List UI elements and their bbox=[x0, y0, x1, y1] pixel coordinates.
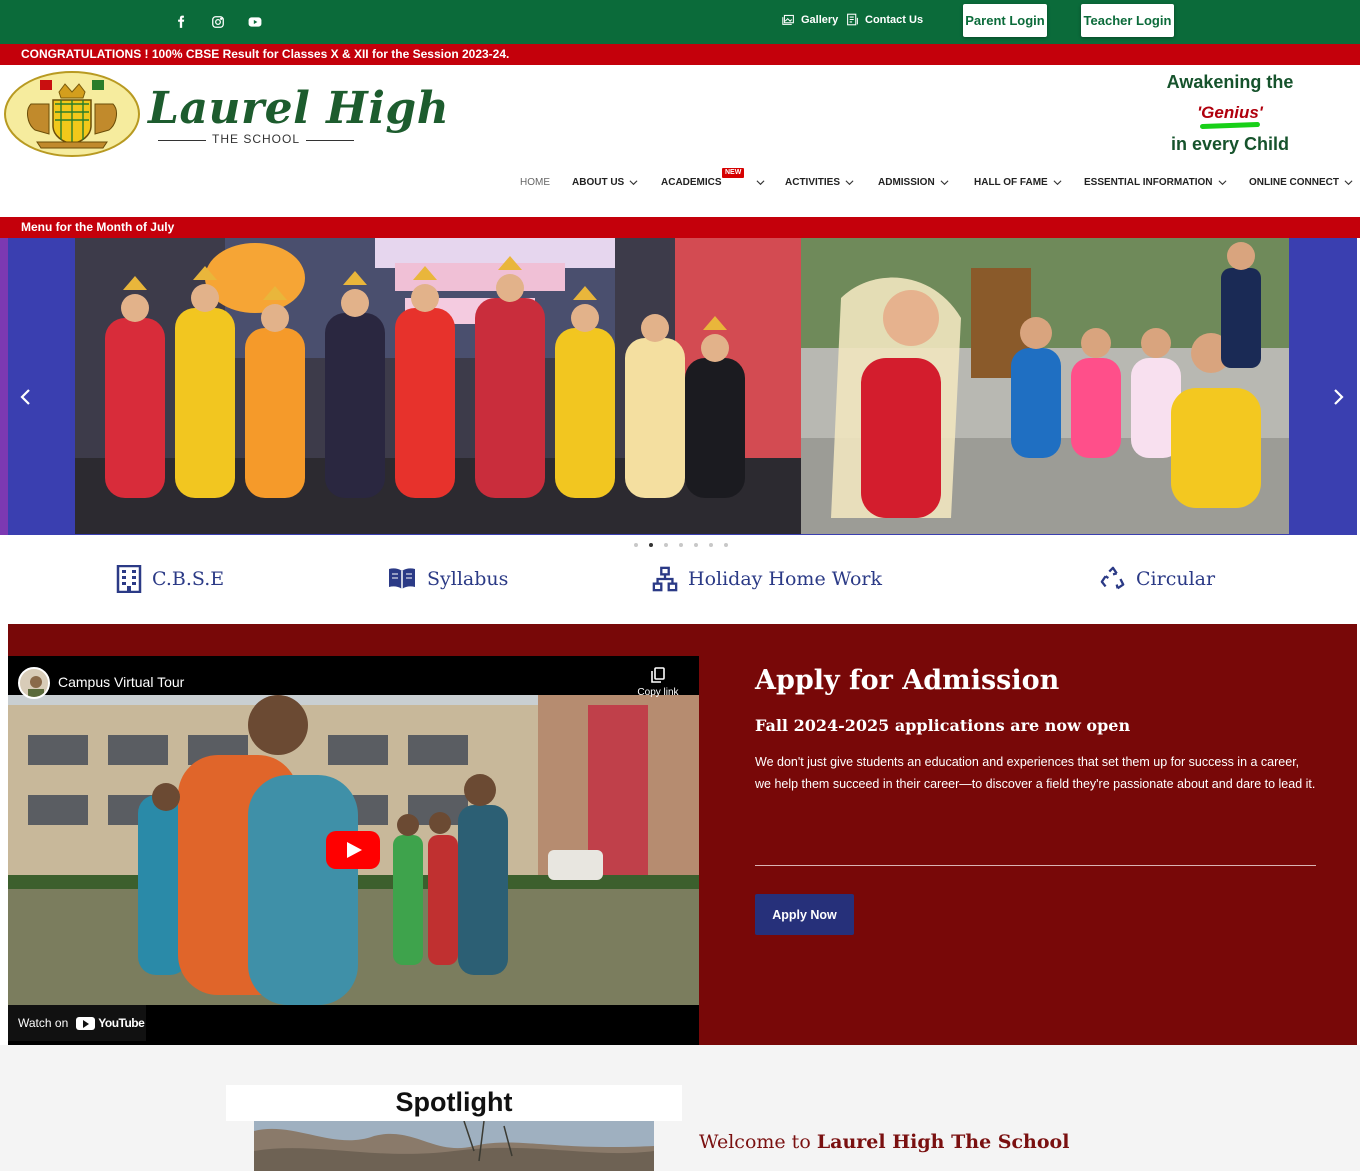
slider-dot[interactable] bbox=[709, 543, 713, 547]
chevron-down-icon bbox=[629, 180, 638, 186]
youtube-icon[interactable] bbox=[244, 12, 266, 32]
nav-essential-information[interactable]: ESSENTIAL INFORMATION bbox=[1084, 177, 1227, 188]
welcome-heading: Welcome to Laurel High The School bbox=[699, 1131, 1069, 1153]
instagram-icon[interactable] bbox=[207, 12, 229, 32]
channel-avatar[interactable] bbox=[18, 667, 50, 699]
nav-home[interactable]: HOME bbox=[520, 177, 550, 188]
video-embed[interactable]: Campus Virtual Tour Copy link Watch on Y… bbox=[8, 656, 699, 1045]
youtube-label: YouTube bbox=[98, 1016, 145, 1030]
nav-online-connect[interactable]: ONLINE CONNECT bbox=[1249, 177, 1353, 188]
quick-link-holiday-label: Holiday Home Work bbox=[688, 568, 883, 590]
chevron-down-icon bbox=[1218, 180, 1227, 186]
dussehra-performance-image bbox=[75, 238, 801, 534]
contact-link[interactable]: Contact Us bbox=[846, 13, 923, 26]
nav-hall-of-fame[interactable]: HALL OF FAME bbox=[974, 177, 1062, 188]
spotlight-title: Spotlight bbox=[395, 1087, 513, 1117]
quick-link-circular[interactable]: Circular bbox=[1100, 565, 1215, 593]
copy-icon bbox=[651, 667, 665, 683]
slider-prev-arrow-icon[interactable] bbox=[16, 386, 36, 408]
divider bbox=[755, 865, 1316, 866]
quick-link-cbse-label: C.B.S.E bbox=[152, 568, 225, 590]
book-icon bbox=[389, 568, 415, 589]
admission-title: Apply for Admission bbox=[755, 665, 1060, 696]
nav-about-label: ABOUT US bbox=[572, 177, 625, 188]
sitemap-icon bbox=[652, 566, 678, 592]
chevron-down-icon bbox=[1053, 180, 1062, 186]
gallery-icon bbox=[782, 14, 794, 25]
slide-image bbox=[75, 238, 1289, 534]
quick-link-circular-label: Circular bbox=[1136, 568, 1216, 590]
contact-label: Contact Us bbox=[865, 13, 924, 26]
nav-admission[interactable]: ADMISSION bbox=[878, 177, 949, 188]
nav-activities[interactable]: ACTIVITIES bbox=[785, 177, 854, 188]
chevron-down-icon bbox=[1344, 180, 1353, 186]
nav-hall-of-fame-label: HALL OF FAME bbox=[974, 177, 1048, 188]
building-icon bbox=[116, 565, 142, 593]
nav-online-connect-label: ONLINE CONNECT bbox=[1249, 177, 1339, 188]
parent-login-button[interactable]: Parent Login bbox=[963, 4, 1047, 37]
nav-academics[interactable]: ACADEMICS NEW bbox=[661, 168, 765, 188]
slider-dot[interactable] bbox=[664, 543, 668, 547]
nav-home-label: HOME bbox=[520, 177, 550, 188]
nav-academics-label: ACADEMICS bbox=[661, 177, 722, 188]
quick-link-cbse[interactable]: C.B.S.E bbox=[116, 565, 224, 593]
copy-link-label: Copy link bbox=[637, 687, 679, 698]
recycle-icon bbox=[1100, 566, 1125, 590]
tagline-line-2: 'Genius' bbox=[1150, 103, 1310, 134]
copy-link-button[interactable]: Copy link bbox=[636, 666, 680, 698]
chevron-down-icon bbox=[756, 180, 765, 186]
admission-subtitle: Fall 2024-2025 applications are now open bbox=[755, 716, 1131, 735]
slider-edge bbox=[0, 238, 8, 535]
admission-description: We don't just give students an education… bbox=[755, 755, 1316, 791]
watch-on-label: Watch on bbox=[18, 1016, 69, 1030]
play-button[interactable] bbox=[326, 831, 380, 869]
slider-next-arrow-icon[interactable] bbox=[1328, 386, 1348, 408]
slider-dots bbox=[634, 543, 728, 547]
gallery-link[interactable]: Gallery bbox=[782, 13, 838, 26]
tagline: Awakening the 'Genius' in every Child bbox=[1150, 72, 1310, 155]
quick-link-holiday-home-work[interactable]: Holiday Home Work bbox=[652, 565, 882, 593]
chevron-down-icon bbox=[940, 180, 949, 186]
slider-dot[interactable] bbox=[634, 543, 638, 547]
facebook-icon[interactable] bbox=[170, 12, 192, 32]
nav-admission-label: ADMISSION bbox=[878, 177, 935, 188]
new-badge: NEW bbox=[722, 168, 745, 178]
welcome-school-name: Laurel High The School bbox=[816, 1131, 1070, 1153]
logo-subtitle: THE SCHOOL bbox=[158, 132, 354, 146]
video-title[interactable]: Campus Virtual Tour bbox=[58, 674, 184, 690]
news-ticker[interactable]: CONGRATULATIONS ! 100% CBSE Result for C… bbox=[0, 44, 1360, 65]
slider-dot[interactable] bbox=[724, 543, 728, 547]
slider-dot[interactable] bbox=[679, 543, 683, 547]
quick-link-syllabus-label: Syllabus bbox=[427, 568, 509, 590]
chevron-down-icon bbox=[845, 180, 854, 186]
youtube-play-icon bbox=[76, 1016, 96, 1030]
nav-activities-label: ACTIVITIES bbox=[785, 177, 841, 188]
slider-dot[interactable] bbox=[694, 543, 698, 547]
nav-essential-label: ESSENTIAL INFORMATION bbox=[1084, 177, 1213, 188]
menu-ticker[interactable]: Menu for the Month of July bbox=[0, 217, 1360, 238]
slider-dot[interactable] bbox=[649, 543, 653, 547]
youtube-logo: YouTube bbox=[76, 1016, 145, 1030]
contact-icon bbox=[847, 13, 858, 26]
welcome-prefix: Welcome to bbox=[699, 1131, 811, 1153]
quick-link-syllabus[interactable]: Syllabus bbox=[387, 565, 508, 593]
apply-now-button[interactable]: Apply Now bbox=[755, 894, 854, 935]
tagline-line-1: Awakening the bbox=[1166, 72, 1294, 92]
teacher-login-button[interactable]: Teacher Login bbox=[1081, 4, 1174, 37]
nav-about-us[interactable]: ABOUT US bbox=[572, 177, 638, 188]
gallery-label: Gallery bbox=[801, 13, 839, 26]
logo-title[interactable]: Laurel High bbox=[148, 83, 449, 134]
spotlight-image[interactable] bbox=[254, 1121, 654, 1171]
school-crest-logo[interactable] bbox=[3, 70, 141, 158]
watch-on-youtube-button[interactable]: Watch on YouTube bbox=[8, 1005, 146, 1041]
children-performance-image bbox=[801, 238, 1289, 534]
tagline-line-3: in every Child bbox=[1170, 134, 1290, 154]
site-header: Laurel High THE SCHOOL Awakening the 'Ge… bbox=[0, 65, 1360, 217]
